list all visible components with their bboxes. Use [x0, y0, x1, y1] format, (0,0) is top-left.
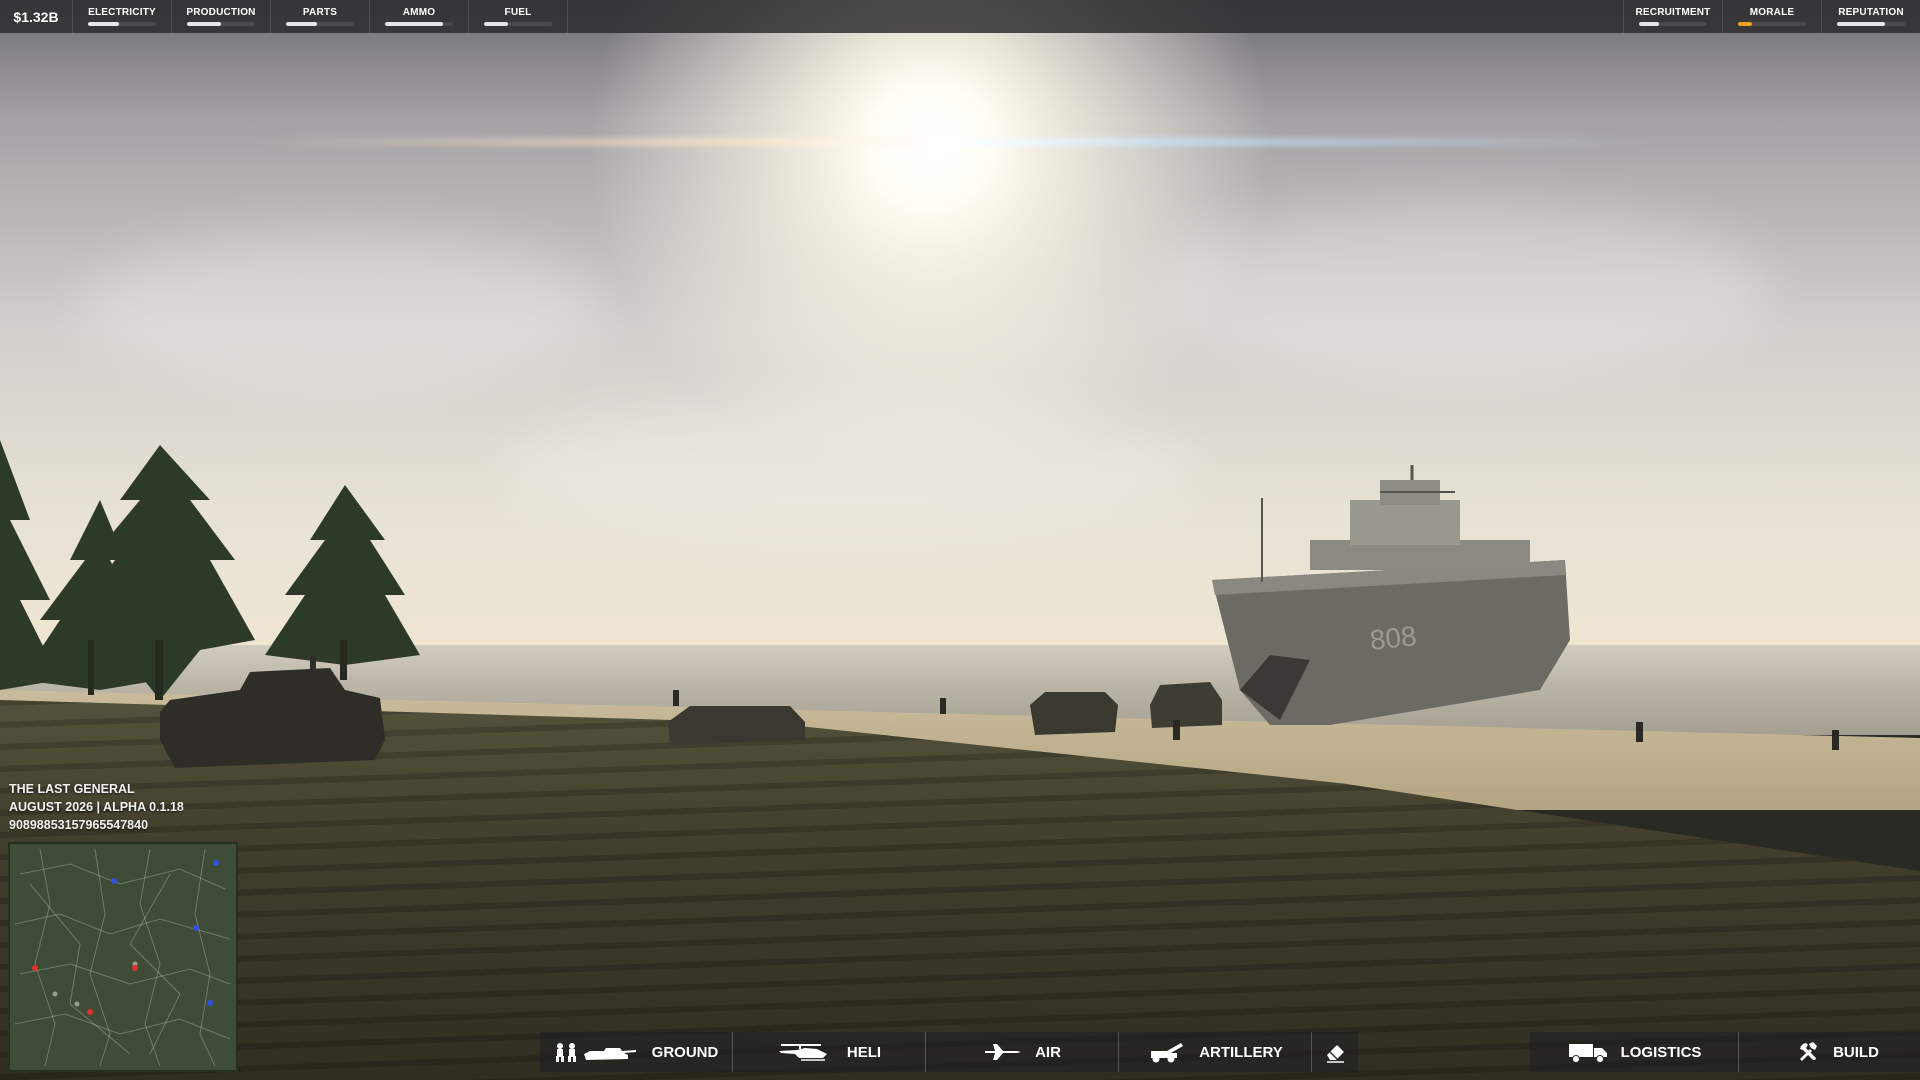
heli-button[interactable]: HELI — [733, 1032, 926, 1072]
meter-fill — [1639, 22, 1660, 26]
tools-icon — [1797, 1040, 1821, 1064]
build-button[interactable]: BUILD — [1739, 1032, 1920, 1072]
resource-meter — [286, 22, 354, 26]
management-bar: LOGISTICS BUILD — [1530, 1032, 1920, 1072]
resource-bar: $1.32B ELECTRICITY PRODUCTION PARTS AMMO… — [0, 0, 1920, 33]
minimap-canvas[interactable] — [10, 844, 236, 1070]
unit-category-bar: GROUND HELI AIR ARTILLERY — [540, 1032, 1358, 1072]
truck-icon — [1567, 1041, 1609, 1063]
air-button[interactable]: AIR — [926, 1032, 1119, 1072]
resource-reputation[interactable]: REPUTATION — [1822, 0, 1920, 33]
air-label: AIR — [1035, 1043, 1061, 1061]
vehicles — [160, 656, 1222, 768]
resource-meter — [88, 22, 156, 26]
jet-icon — [983, 1040, 1023, 1064]
resource-ammo[interactable]: AMMO — [370, 0, 469, 33]
ground-button[interactable]: GROUND — [540, 1032, 733, 1072]
game-info: THE LAST GENERAL AUGUST 2026 | ALPHA 0.1… — [9, 780, 184, 834]
erase-button[interactable] — [1312, 1032, 1358, 1072]
resource-meter — [1738, 22, 1806, 26]
logistics-label: LOGISTICS — [1620, 1043, 1702, 1061]
resource-label: RECRUITMENT — [1635, 7, 1711, 18]
resource-label: MORALE — [1749, 7, 1795, 18]
money-display: $1.32B — [0, 0, 73, 33]
resource-label: PRODUCTION — [186, 7, 256, 18]
meter-fill — [484, 22, 508, 26]
game-title: THE LAST GENERAL — [9, 782, 135, 796]
resource-parts[interactable]: PARTS — [271, 0, 370, 33]
map-seed: 90898853157965547840 — [9, 818, 149, 832]
artillery-icon — [1147, 1041, 1187, 1063]
scene-objects: 808 — [0, 440, 1839, 768]
resource-label: PARTS — [302, 7, 338, 18]
resource-meter — [187, 22, 255, 26]
minimap[interactable] — [8, 842, 238, 1072]
soldiers-tank-icon — [554, 1042, 640, 1062]
helicopter-icon — [777, 1042, 835, 1062]
amphibious-ship: 808 — [1212, 465, 1570, 725]
meter-fill — [286, 22, 317, 26]
resource-label: FUEL — [504, 7, 532, 18]
resource-meter — [1639, 22, 1707, 26]
meter-fill — [1738, 22, 1752, 26]
tree-line — [0, 440, 420, 700]
resource-production[interactable]: PRODUCTION — [172, 0, 271, 33]
resource-label: ELECTRICITY — [88, 7, 156, 18]
resource-meter — [385, 22, 453, 26]
heli-label: HELI — [846, 1043, 882, 1061]
resource-fuel[interactable]: FUEL — [469, 0, 568, 33]
artillery-button[interactable]: ARTILLERY — [1119, 1032, 1312, 1072]
meter-fill — [187, 22, 221, 26]
logistics-button[interactable]: LOGISTICS — [1530, 1032, 1739, 1072]
meter-fill — [1837, 22, 1885, 26]
date-version: AUGUST 2026 | ALPHA 0.1.18 — [9, 800, 184, 814]
eraser-icon — [1324, 1041, 1346, 1063]
ground-label: GROUND — [651, 1043, 719, 1061]
artillery-label: ARTILLERY — [1199, 1043, 1283, 1061]
resource-morale[interactable]: MORALE — [1723, 0, 1822, 33]
resource-recruitment[interactable]: RECRUITMENT — [1623, 0, 1723, 33]
build-label: BUILD — [1833, 1043, 1879, 1061]
game-viewport[interactable]: 808 — [0, 0, 1920, 1080]
meter-fill — [88, 22, 119, 26]
resource-meter — [1837, 22, 1905, 26]
resource-meter — [484, 22, 552, 26]
resource-label: REPUTATION — [1838, 7, 1904, 18]
resource-label: AMMO — [402, 7, 436, 18]
meter-fill — [385, 22, 443, 26]
hull-number: 808 — [1368, 620, 1418, 656]
resource-electricity[interactable]: ELECTRICITY — [73, 0, 172, 33]
